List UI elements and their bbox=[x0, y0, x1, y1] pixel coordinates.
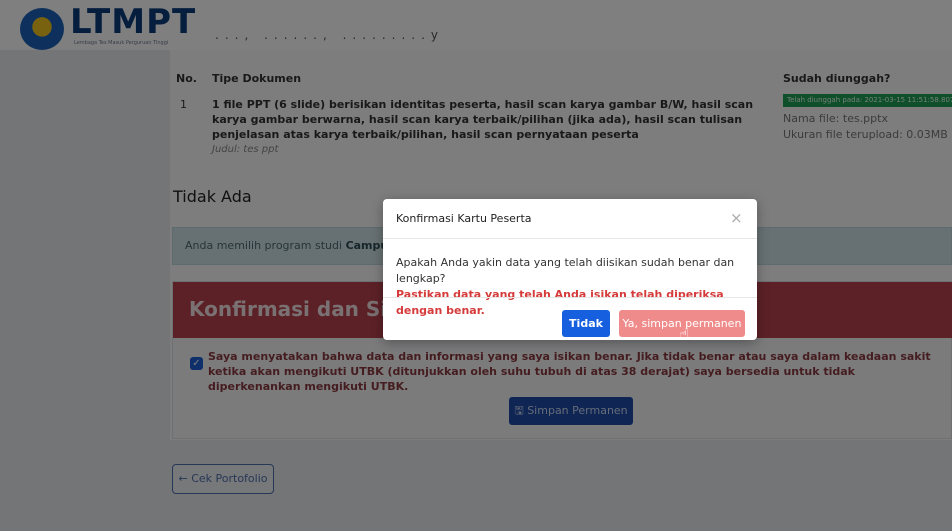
modal-question: Apakah Anda yakin data yang telah diisik… bbox=[396, 256, 735, 285]
close-icon[interactable]: × bbox=[730, 209, 743, 227]
confirmation-modal: Konfirmasi Kartu Peserta × Apakah Anda y… bbox=[383, 199, 757, 345]
modal-footer: Tidak Ya, simpan permanen ☝ bbox=[383, 297, 757, 345]
modal-header: Konfirmasi Kartu Peserta × bbox=[383, 199, 757, 239]
hand-cursor-icon: ☝ bbox=[679, 325, 690, 345]
cancel-button[interactable]: Tidak bbox=[562, 310, 610, 337]
modal-title: Konfirmasi Kartu Peserta bbox=[396, 212, 532, 225]
